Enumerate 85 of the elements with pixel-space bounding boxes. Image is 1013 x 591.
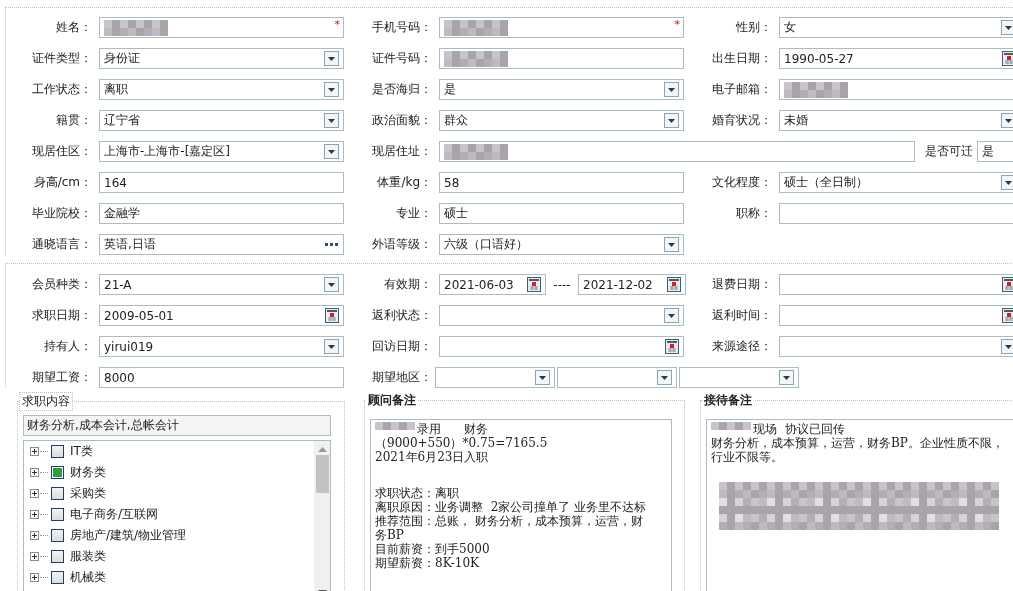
dropdown-field[interactable]: 六级（口语好）	[439, 234, 684, 255]
field-label: 体重/kg：	[376, 174, 432, 191]
date-field[interactable]: 2009-05-01	[99, 305, 344, 326]
text-field[interactable]: 164	[99, 172, 344, 193]
dropdown-field[interactable]: 未婚	[779, 110, 1013, 131]
field-label: 来源途径：	[711, 338, 772, 355]
tree-item[interactable]: IT类	[70, 443, 93, 460]
field-label: 现居住址：	[371, 143, 432, 160]
text-area[interactable]: 现场 协议已回传 财务分析，成本预算，运营，财务BP。企业性质不限，行业不限等。	[706, 419, 1013, 591]
note-text: 离职原因：业务调整 2家公司撞单了 业务里不达标	[375, 500, 648, 514]
tree-item[interactable]: 电子商务/互联网	[70, 506, 159, 523]
note-text: 目前薪资：到手5000	[375, 542, 491, 556]
date-field[interactable]: 2021-06-03	[439, 274, 546, 295]
tree-item[interactable]: 机械类	[70, 569, 106, 586]
field-label: 求职日期：	[31, 307, 92, 324]
required-mark: *	[674, 18, 680, 31]
field-label: 工作状态：	[31, 81, 92, 98]
note-text: 期望薪资：8K-10K	[375, 556, 480, 570]
group-title: 接待备注	[703, 392, 753, 409]
required-mark: *	[334, 18, 340, 31]
dropdown-field[interactable]: 群众	[439, 110, 684, 131]
text-field[interactable]: 财务分析,成本会计,总帐会计	[23, 415, 331, 436]
dropdown-field[interactable]: yirui019	[99, 336, 344, 357]
field-label: 会员种类：	[31, 276, 92, 293]
field-label: 有效期：	[383, 276, 432, 293]
note-text: 2021年6月23日入职	[375, 450, 490, 464]
field-label: 文化程度：	[711, 174, 772, 191]
text-field[interactable]: 8000	[99, 367, 344, 388]
field-label: 毕业院校：	[31, 205, 92, 222]
field-label: 政治面貌：	[371, 112, 432, 129]
field-label: 退费日期：	[711, 276, 772, 293]
field-label: 证件号码：	[371, 50, 432, 67]
field-label: 证件类型：	[31, 50, 92, 67]
field-label: 身高/cm：	[32, 174, 92, 191]
note-text: 推荐范围：总账， 财务分析，成本预算，运营，财务BP	[375, 514, 644, 542]
lookup-field[interactable]: 英语,日语	[99, 234, 344, 255]
field-label: 性别：	[735, 19, 772, 36]
dropdown-field[interactable]: 硕士（全日制）	[779, 172, 1013, 193]
field-label: 返利状态：	[371, 307, 432, 324]
note-text: 录用 财务	[417, 422, 489, 436]
text-area[interactable]: 录用 财务 （9000+550）*0.75=7165.5 2021年6月23日入职 求职状态：离职 离职原因：业务调整 2家公司撞单了 业务里不达标 推荐范围：总账， 财务分析，成本预算，运营，财务BP 目前薪资：到手5000 期望薪资：8K-10K	[370, 419, 672, 591]
field-label: 持有人：	[43, 338, 92, 355]
group-title: 顾问备注	[367, 392, 417, 409]
field-label: 手机号码：	[371, 19, 432, 36]
field-label: 籍贯：	[55, 112, 92, 129]
note-text: （9000+550）*0.75=7165.5	[375, 436, 549, 450]
note-text: 现场 协议已回传	[753, 422, 846, 436]
dropdown-field[interactable]: 辽宁省	[99, 110, 344, 131]
field-label: 是否可迁	[925, 143, 973, 160]
field-label: 婚育状况：	[711, 112, 772, 129]
text-field[interactable]: *	[439, 17, 684, 38]
field-label: 专业：	[395, 205, 432, 222]
group-title: 求职内容	[19, 392, 73, 411]
field-label: 返利时间：	[711, 307, 772, 324]
field-label: 通晓语言：	[31, 236, 92, 253]
field-label: 是否海归：	[371, 81, 432, 98]
tree-item[interactable]: 服装类	[70, 548, 106, 565]
field-label: 现居住区：	[31, 143, 92, 160]
field-label: 职称：	[735, 205, 772, 222]
tree-item[interactable]: 财务类	[70, 464, 106, 481]
tree-item[interactable]: 采购类	[70, 485, 106, 502]
field-label: 电子邮箱：	[711, 81, 772, 98]
field-label: 期望地区：	[371, 369, 432, 386]
dropdown-field[interactable]: 女	[779, 17, 1013, 38]
dropdown-field[interactable]: 21-A	[99, 274, 344, 295]
note-text: 求职状态：离职	[375, 486, 460, 500]
date-field[interactable]: 1990-05-27	[779, 48, 1013, 69]
range-separator: ----	[552, 277, 572, 292]
note-text: 财务分析，成本预算，运营，财务BP。企业性质不限，行业不限等。	[711, 436, 1005, 464]
text-field[interactable]: 58	[439, 172, 684, 193]
field-label: 期望工资：	[31, 369, 92, 386]
field-label: 出生日期：	[711, 50, 772, 67]
text-field[interactable]: *	[99, 17, 344, 38]
tree-item[interactable]: 房地产/建筑/物业管理	[70, 527, 187, 544]
field-label: 姓名：	[55, 19, 92, 36]
dropdown-field[interactable]: 是	[977, 141, 1013, 162]
dropdown-field[interactable]: 上海市-上海市-[嘉定区]	[99, 141, 344, 162]
date-field[interactable]: 2021-12-02	[578, 274, 686, 295]
dropdown-field[interactable]: 是	[439, 79, 684, 100]
field-label: 回访日期：	[371, 338, 432, 355]
dropdown-field[interactable]: 离职	[99, 79, 344, 100]
text-field[interactable]: 金融学	[99, 203, 344, 224]
dropdown-field[interactable]: 身份证	[99, 48, 344, 69]
field-label: 外语等级：	[371, 236, 432, 253]
text-field[interactable]: 硕士	[439, 203, 684, 224]
